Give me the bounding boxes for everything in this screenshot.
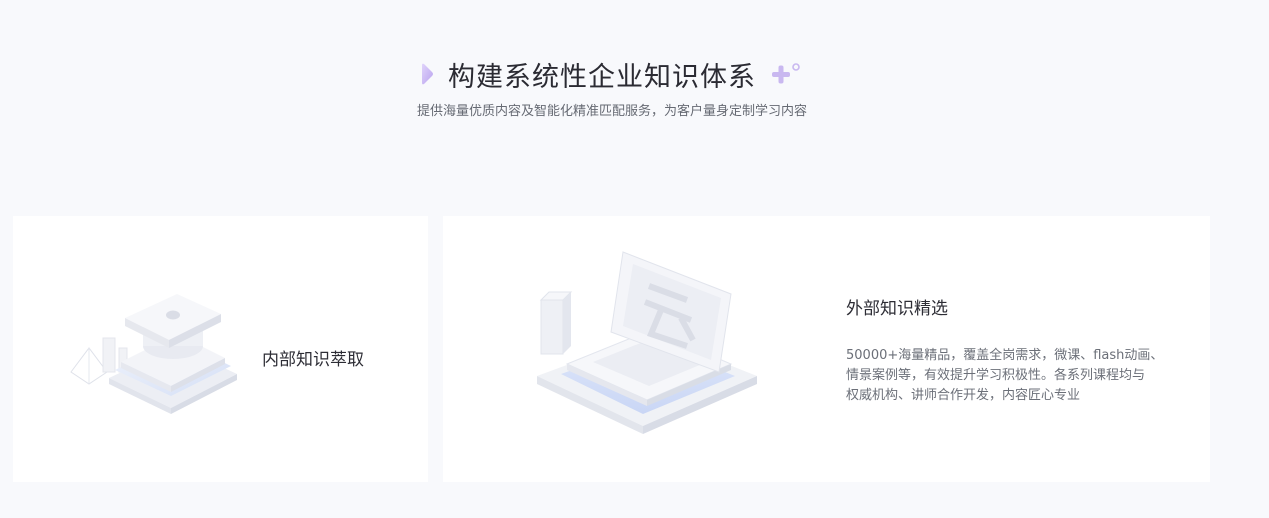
graduation-cap-icon <box>70 294 237 414</box>
knowledge-system-section: 构建系统性企业知识体系 提供海量优质内容及智能化精准匹配服务，为客户量身定制学习… <box>0 0 1269 518</box>
description-line: 权威机构、讲师合作开发，内容匠心专业 <box>846 388 1081 403</box>
title-row: 构建系统性企业知识体系 <box>420 52 804 96</box>
card-description-external: 50000+海量精品，覆盖全岗需求，微课、flash动画、 情景案例等，有效提升… <box>846 346 1186 406</box>
external-knowledge-card[interactable]: 外部知识精选 50000+海量精品，覆盖全岗需求，微课、flash动画、 情景案… <box>443 216 1210 482</box>
laptop-cloud-icon <box>537 251 757 434</box>
description-line: 50000+海量精品，覆盖全岗需求，微课、flash动画、 <box>846 348 1164 363</box>
internal-knowledge-card[interactable]: 内部知识萃取 <box>13 216 428 482</box>
section-subtitle: 提供海量优质内容及智能化精准匹配服务，为客户量身定制学习内容 <box>416 104 807 119</box>
description-line: 情景案例等，有效提升学习积极性。各系列课程均与 <box>846 368 1146 383</box>
card-title-internal: 内部知识萃取 <box>262 350 364 370</box>
page-title: 构建系统性企业知识体系 <box>448 61 756 93</box>
card-title-external: 外部知识精选 <box>846 299 948 319</box>
play-triangle-icon <box>422 63 433 85</box>
section-heading: 构建系统性企业知识体系 提供海量优质内容及智能化精准匹配服务，为客户量身定制学习… <box>0 52 1224 120</box>
sparkle-plus-icon <box>772 63 800 84</box>
